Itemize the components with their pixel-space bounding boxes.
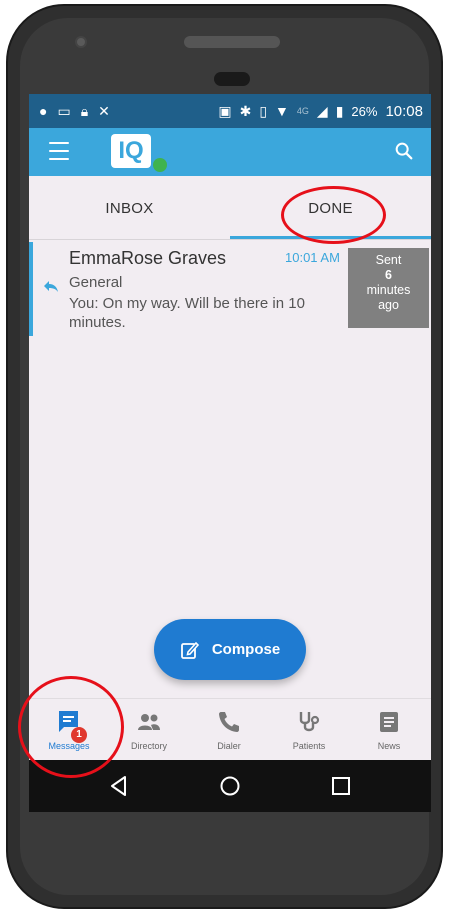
nav-patients[interactable]: Patients <box>269 699 349 761</box>
app-bar: IQ <box>29 128 431 176</box>
sent-unit: minutes <box>366 283 411 297</box>
nav-label: Patients <box>292 741 326 751</box>
online-status-dot <box>153 158 167 172</box>
compose-label: Compose <box>211 641 281 658</box>
earpiece-speaker <box>184 36 280 48</box>
message-preview: You: On my way. Will be there in 10 minu… <box>69 295 305 331</box>
front-camera <box>75 36 87 48</box>
vibrate-icon: ▯ <box>259 103 268 119</box>
chat-notification-icon: ▭ <box>57 103 71 119</box>
nav-label: Dialer <box>217 741 241 751</box>
search-icon[interactable] <box>393 140 415 162</box>
wifi-icon: ▼ <box>275 103 289 119</box>
lock-icon: 🔒︎ <box>80 103 89 119</box>
annotation-circle-done <box>281 186 386 244</box>
menu-icon[interactable] <box>49 142 69 160</box>
message-time: 10:01 AM <box>285 250 340 265</box>
recents-icon[interactable] <box>329 774 353 798</box>
sent-number: 6 <box>385 268 392 282</box>
message-list-item[interactable]: EmmaRose Graves 10:01 AM General You: On… <box>29 242 431 336</box>
annotation-circle-messages <box>18 676 124 778</box>
network-type: 4G <box>296 105 309 116</box>
bluetooth-icon: ✱ <box>239 103 252 119</box>
sent-suffix: ago <box>378 298 399 312</box>
app-logo: IQ <box>111 134 151 168</box>
sent-status-badge: Sent 6 minutes ago <box>348 248 429 328</box>
battery-percent: 26% <box>351 103 378 119</box>
missed-call-icon: ✕ <box>98 103 110 119</box>
message-group: General <box>69 274 123 291</box>
nav-dialer[interactable]: Dialer <box>189 699 269 761</box>
directory-icon <box>138 714 160 730</box>
status-bar: ● ▭ 🔒︎ ✕ ▣ ✱ ▯ ▼ 4G ◢ ▮ 26% 10:08 <box>29 94 431 128</box>
cast-icon: ▣ <box>218 103 232 119</box>
sent-label: Sent <box>375 253 402 267</box>
reply-icon <box>44 281 58 292</box>
message-sender: EmmaRose Graves <box>69 248 227 268</box>
edit-icon <box>180 641 199 659</box>
compose-button[interactable]: Compose <box>154 619 306 680</box>
android-icon: ● <box>39 103 48 119</box>
message-accent-bar <box>29 242 33 336</box>
nav-label: News <box>377 741 401 751</box>
tab-inbox[interactable]: INBOX <box>29 176 230 240</box>
battery-icon: ▮ <box>335 103 344 119</box>
news-icon <box>380 712 398 732</box>
stethoscope-icon <box>299 712 320 732</box>
status-time: 10:08 <box>385 102 423 120</box>
back-icon[interactable] <box>107 774 131 798</box>
phone-icon <box>219 712 239 732</box>
proximity-sensor <box>214 72 250 86</box>
signal-icon: ◢ <box>316 103 328 119</box>
nav-news[interactable]: News <box>349 699 429 761</box>
home-icon[interactable] <box>218 774 242 798</box>
